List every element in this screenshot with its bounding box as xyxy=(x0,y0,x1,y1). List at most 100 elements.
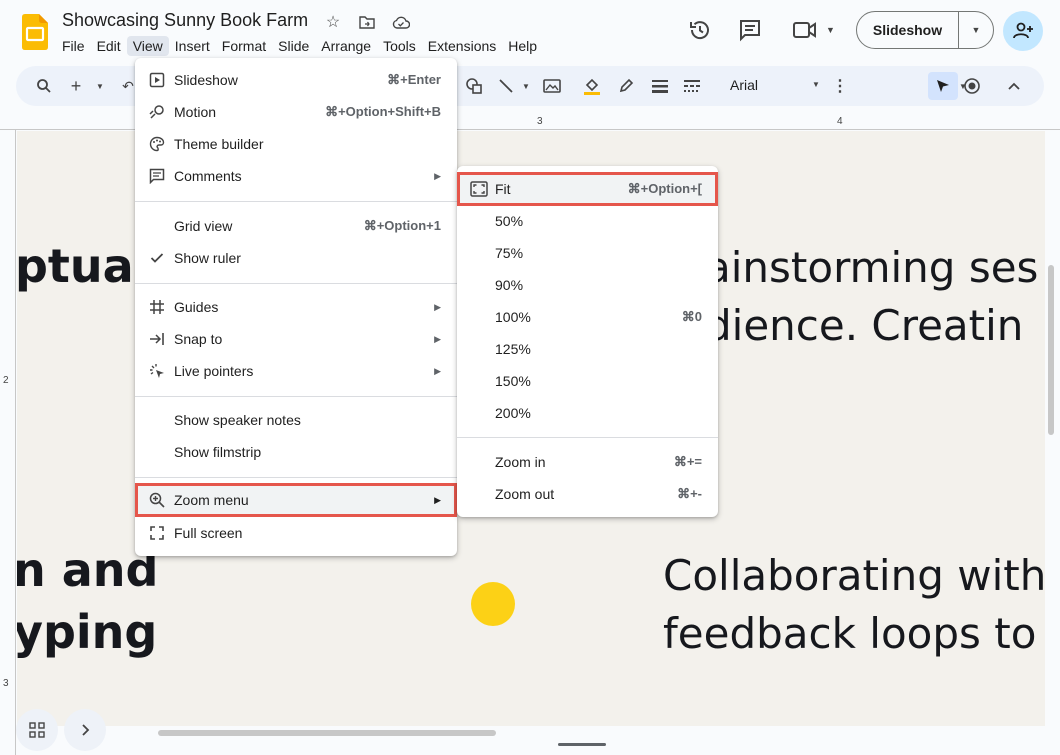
guides-grid-icon xyxy=(147,297,167,317)
history-icon[interactable] xyxy=(688,18,712,47)
menu-tools[interactable]: Tools xyxy=(377,36,422,56)
move-folder-icon[interactable] xyxy=(356,11,378,33)
slideshow-button[interactable]: Slideshow ▼ xyxy=(856,11,994,49)
speaker-notes-drag-handle[interactable] xyxy=(558,743,606,746)
zoom-item-level[interactable]: 50% xyxy=(457,205,718,237)
share-button[interactable] xyxy=(1003,11,1043,51)
shape-icon[interactable] xyxy=(464,76,484,96)
menu-item-show-filmstrip[interactable]: Show filmstrip xyxy=(135,436,457,468)
yellow-circle-shape[interactable] xyxy=(471,582,515,626)
live-pointers-icon xyxy=(147,361,167,381)
menu-item-motion[interactable]: Motion ⌘+Option+Shift+B xyxy=(135,96,457,128)
grid-view-button[interactable] xyxy=(16,709,58,751)
menu-format[interactable]: Format xyxy=(216,36,272,56)
search-menus-icon[interactable] xyxy=(34,76,54,96)
new-slide-chevron-icon[interactable]: ▼ xyxy=(90,76,110,96)
comment-history-icon[interactable] xyxy=(738,18,762,47)
line-icon[interactable] xyxy=(496,76,516,96)
submenu-arrow-icon: ▶ xyxy=(434,365,441,376)
menu-insert[interactable]: Insert xyxy=(169,36,216,56)
horizontal-scrollbar[interactable] xyxy=(158,730,496,736)
ruler-mark: 3 xyxy=(3,678,9,689)
filmstrip-toggle-button[interactable] xyxy=(64,709,106,751)
submenu-arrow-icon: ▶ xyxy=(434,170,441,181)
new-slide-plus-icon[interactable]: + xyxy=(66,76,86,96)
document-title[interactable]: Showcasing Sunny Book Farm xyxy=(62,10,308,31)
view-menu-dropdown: Slideshow ⌘+Enter Motion ⌘+Option+Shift+… xyxy=(135,58,457,556)
slide-body-text[interactable]: Collaborating with xyxy=(663,551,1045,600)
zoom-item-zoom-in[interactable]: Zoom in ⌘+= xyxy=(457,446,718,478)
add-person-icon xyxy=(1013,22,1033,39)
zoom-item-level[interactable]: 100% ⌘0 xyxy=(457,301,718,333)
zoom-item-zoom-out[interactable]: Zoom out ⌘+- xyxy=(457,478,718,510)
menu-view[interactable]: View xyxy=(126,36,169,56)
menu-item-theme-builder[interactable]: Theme builder xyxy=(135,128,457,160)
menu-help[interactable]: Help xyxy=(502,36,543,56)
menu-extensions[interactable]: Extensions xyxy=(422,36,502,56)
slide-heading-fragment[interactable]: yping xyxy=(17,605,157,659)
slide-body-text[interactable]: ainstorming ses xyxy=(705,243,1038,292)
chevron-down-icon: ▼ xyxy=(826,25,835,35)
slide-body-text[interactable]: dience. Creatin xyxy=(705,301,1023,350)
collapse-toolbar-chevron-icon[interactable] xyxy=(1004,76,1024,96)
menu-bar: File Edit View Insert Format Slide Arran… xyxy=(56,36,543,56)
laser-record-icon[interactable] xyxy=(962,76,982,96)
menu-item-show-ruler[interactable]: Show ruler xyxy=(135,242,457,274)
snap-to-icon xyxy=(147,329,167,349)
grid-icon xyxy=(29,722,45,738)
cloud-saved-icon[interactable] xyxy=(390,11,412,33)
border-color-pencil-icon[interactable] xyxy=(616,76,636,96)
menu-divider xyxy=(135,283,457,284)
ruler-mark: 2 xyxy=(3,375,9,386)
more-options-icon[interactable]: ⋮ xyxy=(830,76,850,96)
fill-color-icon[interactable] xyxy=(582,76,602,96)
slideshow-dropdown-chevron-icon[interactable]: ▼ xyxy=(959,25,993,35)
select-arrow-icon[interactable] xyxy=(933,76,953,96)
menu-item-live-pointers[interactable]: Live pointers ▶ xyxy=(135,355,457,387)
font-chevron-icon[interactable]: ▼ xyxy=(812,80,820,89)
submenu-arrow-icon: ▶ xyxy=(434,494,441,505)
zoom-item-fit[interactable]: Fit ⌘+Option+[ xyxy=(457,172,718,206)
menu-file[interactable]: File xyxy=(56,36,91,56)
vertical-ruler[interactable]: 2 3 xyxy=(0,130,16,755)
zoom-in-magnifier-icon xyxy=(147,490,167,510)
menu-arrange[interactable]: Arrange xyxy=(315,36,377,56)
menu-item-snap-to[interactable]: Snap to ▶ xyxy=(135,323,457,355)
menu-item-show-speaker-notes[interactable]: Show speaker notes xyxy=(135,404,457,436)
slides-logo-icon[interactable] xyxy=(22,14,48,50)
menu-item-comments[interactable]: Comments ▶ xyxy=(135,160,457,192)
meet-button[interactable]: ▼ xyxy=(792,20,835,40)
zoom-item-level[interactable]: 200% xyxy=(457,397,718,429)
line-chevron-icon[interactable]: ▼ xyxy=(516,76,536,96)
menu-slide[interactable]: Slide xyxy=(272,36,315,56)
zoom-item-level[interactable]: 75% xyxy=(457,237,718,269)
menu-edit[interactable]: Edit xyxy=(91,36,127,56)
chevron-right-icon xyxy=(82,724,90,736)
video-camera-icon xyxy=(793,22,816,38)
slideshow-play-icon xyxy=(147,70,167,90)
zoom-item-level[interactable]: 125% xyxy=(457,333,718,365)
fit-screen-icon xyxy=(469,179,489,199)
border-weight-icon[interactable] xyxy=(650,76,670,96)
vertical-scrollbar[interactable] xyxy=(1048,265,1054,435)
slide-heading-fragment[interactable]: ptua xyxy=(17,239,134,293)
star-icon[interactable]: ☆ xyxy=(322,11,344,33)
full-screen-icon xyxy=(147,523,167,543)
zoom-item-level[interactable]: 150% xyxy=(457,365,718,397)
menu-item-zoom-menu[interactable]: Zoom menu ▶ xyxy=(135,483,457,517)
slide-body-text[interactable]: feedback loops to xyxy=(663,609,1036,658)
submenu-arrow-icon: ▶ xyxy=(434,301,441,312)
submenu-arrow-icon: ▶ xyxy=(434,333,441,344)
ruler-mark: 3 xyxy=(537,116,543,127)
zoom-item-level[interactable]: 90% xyxy=(457,269,718,301)
app-header: Showcasing Sunny Book Farm ☆ File Edit V… xyxy=(0,0,1060,64)
menu-item-full-screen[interactable]: Full screen xyxy=(135,517,457,549)
slideshow-button-label[interactable]: Slideshow xyxy=(857,12,959,48)
menu-item-guides[interactable]: Guides ▶ xyxy=(135,291,457,323)
insert-image-icon[interactable] xyxy=(542,76,562,96)
menu-item-grid-view[interactable]: Grid view ⌘+Option+1 xyxy=(135,210,457,242)
menu-divider xyxy=(135,477,457,478)
font-family-dropdown[interactable]: Arial xyxy=(730,77,758,93)
border-dash-icon[interactable] xyxy=(682,76,702,96)
menu-item-slideshow[interactable]: Slideshow ⌘+Enter xyxy=(135,64,457,96)
